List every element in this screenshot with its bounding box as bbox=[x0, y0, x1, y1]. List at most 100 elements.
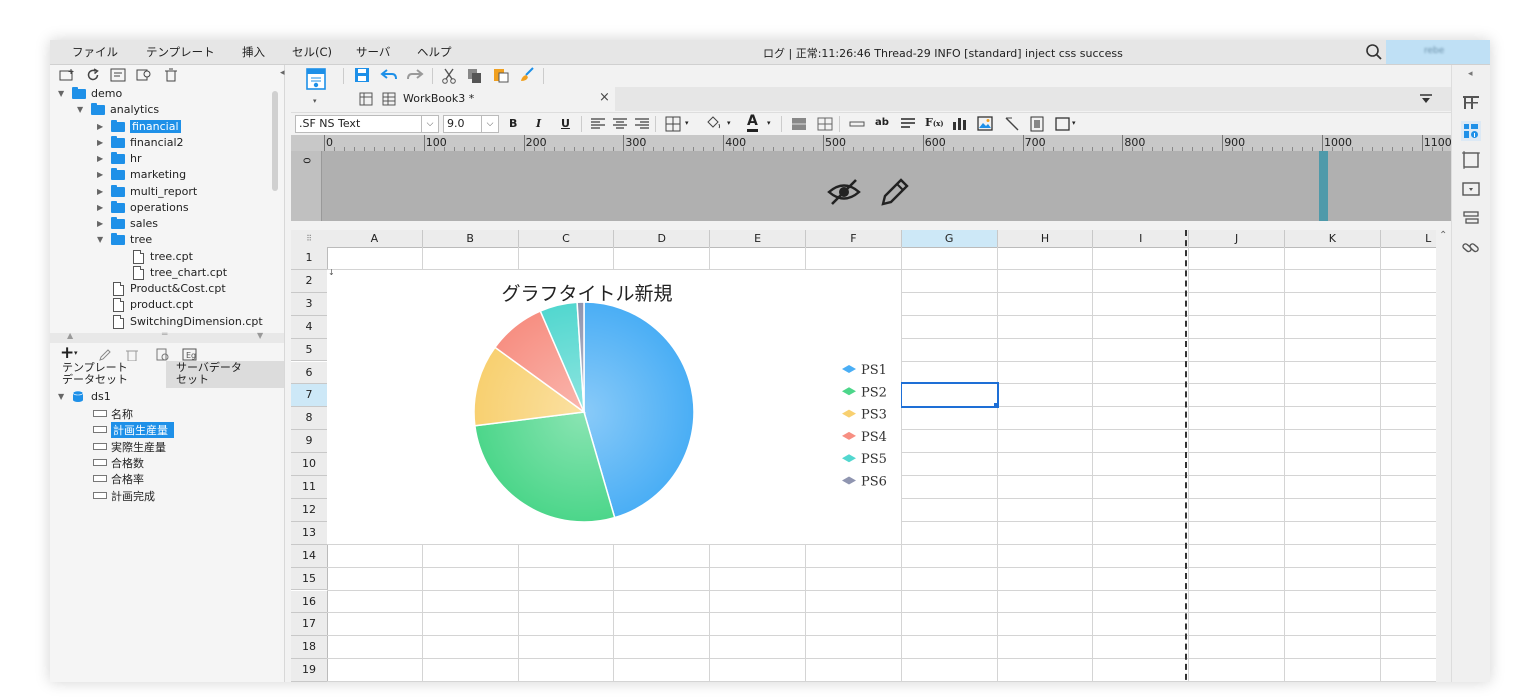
column-header[interactable]: J bbox=[1189, 230, 1285, 248]
tree-folder[interactable]: ▶ marketing bbox=[50, 168, 274, 184]
fill-dropdown-icon[interactable]: ▾ bbox=[727, 119, 731, 127]
spreadsheet-grid[interactable]: ⠿ A B C D E F G H I J K L 1 2 3 4 5 6 7 8 9 10 11 12 13 14 15 16 17 18… bbox=[291, 230, 1451, 682]
subreport-icon[interactable] bbox=[1030, 116, 1044, 132]
dataset-name[interactable]: ds1 bbox=[91, 390, 111, 403]
tab-server-dataset[interactable]: サーバデータ セット bbox=[166, 361, 284, 388]
dataset-field[interactable]: 実際生産量 bbox=[50, 439, 250, 455]
chevron-right-icon[interactable]: ▶ bbox=[97, 155, 105, 163]
slash-icon[interactable] bbox=[1004, 116, 1020, 132]
column-header[interactable]: F bbox=[806, 230, 902, 248]
column-header[interactable]: G bbox=[901, 230, 998, 248]
tab-menu-icon[interactable] bbox=[1419, 93, 1433, 105]
undo-icon[interactable] bbox=[380, 68, 398, 82]
font-family-select[interactable]: .SF NS Text ⌵ bbox=[295, 115, 439, 133]
dataset-field[interactable]: 計画生産量 bbox=[50, 422, 250, 439]
tree-folder[interactable]: ▶ financial bbox=[50, 119, 274, 136]
row-header[interactable]: 3 bbox=[291, 292, 328, 316]
menu-insert[interactable]: 挿入 bbox=[242, 44, 265, 60]
delete-dataset-icon[interactable] bbox=[125, 348, 139, 362]
widget-settings-icon[interactable] bbox=[1461, 121, 1481, 141]
text-cell-icon[interactable] bbox=[849, 119, 865, 129]
image-icon[interactable] bbox=[977, 116, 993, 131]
paste-icon[interactable] bbox=[493, 67, 509, 83]
font-size-select[interactable]: 9.0 ⌵ bbox=[443, 115, 499, 133]
tree-file[interactable]: Product&Cost.cpt bbox=[50, 282, 274, 298]
row-header[interactable]: 11 bbox=[291, 476, 328, 499]
tree-folder[interactable]: ▶ operations bbox=[50, 200, 274, 217]
chevron-right-icon[interactable]: ▶ bbox=[97, 220, 105, 228]
italic-icon[interactable]: I bbox=[536, 117, 541, 130]
close-tab-icon[interactable]: × bbox=[599, 90, 610, 105]
row-header[interactable]: 17 bbox=[291, 613, 328, 637]
drag-handle-icon[interactable]: ═ bbox=[162, 330, 167, 340]
row-header[interactable]: 1 bbox=[291, 247, 328, 270]
tree-folder[interactable]: ▶ sales bbox=[50, 217, 274, 233]
dataset-params-icon[interactable]: Eg bbox=[182, 348, 198, 362]
edit-icon[interactable] bbox=[98, 348, 112, 362]
chart-icon[interactable] bbox=[952, 116, 968, 131]
tree-file[interactable]: tree_chart.cpt bbox=[50, 265, 274, 282]
new-folder-icon[interactable] bbox=[59, 68, 75, 82]
user-badge[interactable]: rebe bbox=[1386, 40, 1490, 64]
tree-file[interactable]: SwitchingDimension.cpt bbox=[50, 314, 274, 331]
row-header[interactable]: 10 bbox=[291, 453, 328, 476]
panel-divider[interactable]: ▲ ═ ▼ bbox=[50, 330, 284, 343]
menu-file[interactable]: ファイル bbox=[72, 44, 118, 60]
chevron-down-icon[interactable]: ⌵ bbox=[421, 116, 438, 132]
chevron-right-icon[interactable]: ▶ bbox=[97, 203, 105, 212]
column-header[interactable]: C bbox=[518, 230, 615, 248]
chevron-down-icon[interactable]: ▼ bbox=[58, 90, 66, 98]
format-painter-icon[interactable] bbox=[519, 67, 535, 83]
row-header[interactable]: 5 bbox=[291, 338, 328, 362]
frame-dropdown-icon[interactable]: ▾ bbox=[1072, 119, 1076, 127]
text-format-icon[interactable]: ab bbox=[875, 117, 889, 128]
chevron-right-icon[interactable]: ▶ bbox=[97, 122, 105, 131]
scroll-up-icon[interactable]: ⌃ bbox=[1439, 230, 1447, 241]
column-header[interactable]: B bbox=[422, 230, 519, 248]
grid-scrollbar[interactable]: ⌃ bbox=[1436, 230, 1451, 682]
fill-handle[interactable] bbox=[993, 403, 998, 408]
add-dataset-icon[interactable]: + bbox=[60, 343, 74, 363]
cut-icon[interactable] bbox=[441, 68, 457, 84]
chevron-down-icon[interactable]: ⌵ bbox=[481, 116, 498, 132]
underline-icon[interactable]: U bbox=[561, 117, 570, 130]
add-dropdown-icon[interactable]: ▾ bbox=[74, 349, 78, 357]
delete-icon[interactable] bbox=[164, 68, 178, 82]
tree-folder[interactable]: ▼ analytics bbox=[50, 103, 274, 119]
locate-icon[interactable] bbox=[136, 68, 152, 82]
eye-hidden-icon[interactable] bbox=[827, 177, 861, 207]
hyperlink-icon[interactable] bbox=[1461, 237, 1481, 257]
row-header[interactable]: 16 bbox=[291, 590, 328, 614]
layer-icon[interactable] bbox=[1461, 208, 1481, 228]
report-icon[interactable] bbox=[305, 67, 327, 93]
font-color-icon[interactable]: A bbox=[747, 114, 758, 132]
chevron-right-icon[interactable]: ▶ bbox=[97, 171, 105, 179]
column-header[interactable]: H bbox=[997, 230, 1094, 248]
tree-file[interactable]: tree.cpt bbox=[50, 249, 274, 266]
open-file-icon[interactable] bbox=[110, 68, 126, 82]
bold-icon[interactable]: B bbox=[509, 117, 517, 130]
menu-cell[interactable]: セル(C) bbox=[292, 44, 332, 60]
column-header[interactable]: I bbox=[1093, 230, 1190, 248]
save-icon[interactable] bbox=[354, 67, 370, 83]
tree-scrollbar[interactable] bbox=[272, 91, 278, 191]
fill-color-icon[interactable] bbox=[705, 115, 723, 131]
align-center-icon[interactable] bbox=[613, 118, 627, 130]
tree-folder[interactable]: ▶ multi_report bbox=[50, 184, 274, 201]
row-header[interactable]: 19 bbox=[291, 659, 328, 682]
row-header[interactable]: 6 bbox=[291, 361, 328, 385]
dataset-field[interactable]: 名称 bbox=[50, 406, 250, 422]
refresh-icon[interactable] bbox=[86, 68, 100, 82]
down-arrow-icon[interactable]: ▼ bbox=[257, 331, 263, 340]
frame-icon[interactable] bbox=[1055, 117, 1071, 131]
tree-folder[interactable]: ▼ demo bbox=[50, 87, 274, 103]
formula-icon[interactable]: F(x) bbox=[925, 116, 944, 129]
collapse-left-icon[interactable]: ◂ bbox=[280, 68, 285, 78]
chevron-right-icon[interactable]: ▶ bbox=[97, 138, 105, 147]
menu-template[interactable]: テンプレート bbox=[146, 44, 215, 60]
row-header[interactable]: 2 bbox=[291, 269, 328, 293]
row-header[interactable]: 13 bbox=[291, 521, 328, 545]
report-dropdown-icon[interactable]: ▾ bbox=[313, 97, 317, 105]
menu-help[interactable]: ヘルプ bbox=[417, 44, 452, 60]
search-icon[interactable] bbox=[1365, 43, 1383, 61]
